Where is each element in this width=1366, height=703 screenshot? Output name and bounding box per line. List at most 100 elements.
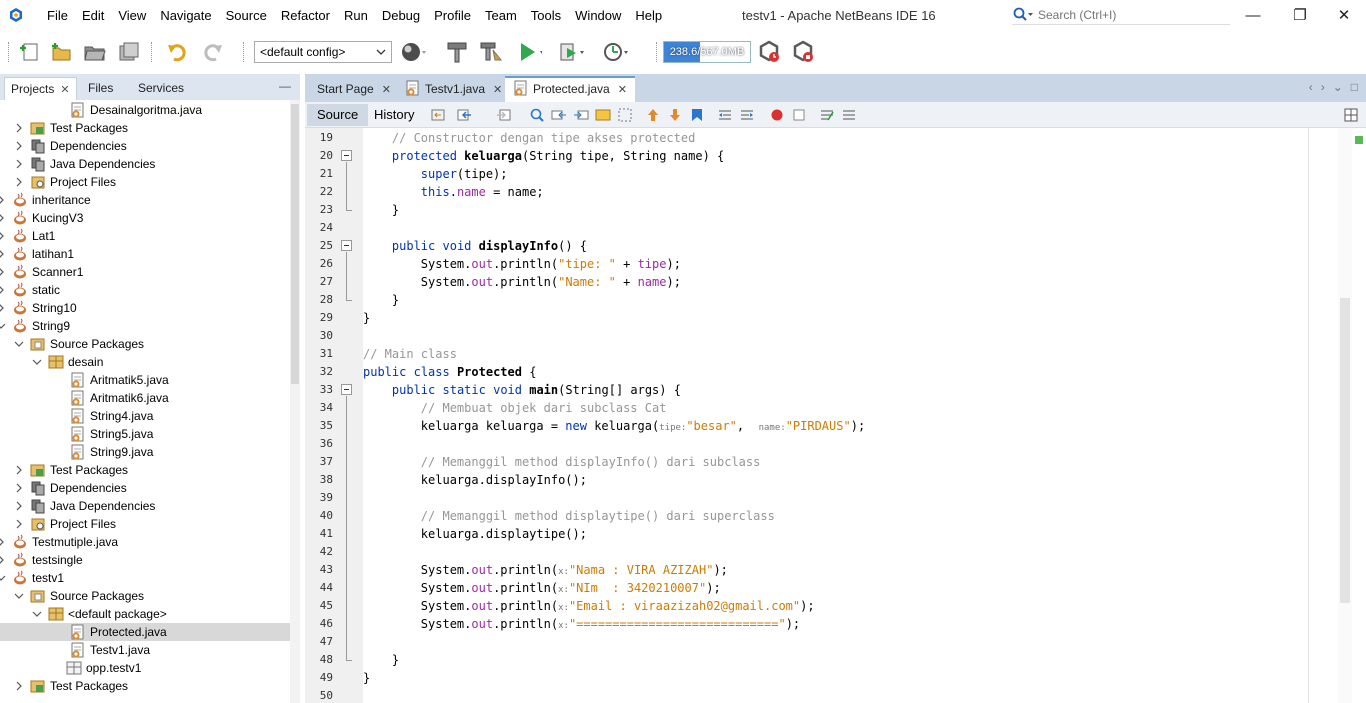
tree-node[interactable]: <default package>: [0, 605, 290, 623]
clean-build-icon[interactable]: [478, 40, 504, 64]
start-macro-icon[interactable]: [769, 107, 785, 123]
minimize-button[interactable]: —: [1238, 4, 1268, 26]
tree-node[interactable]: Lat1: [0, 227, 290, 245]
tree-node[interactable]: Desainalgoritma.java: [0, 101, 290, 119]
new-file-icon[interactable]: [16, 40, 42, 64]
expand-arrow-right-icon[interactable]: [0, 231, 6, 241]
expand-arrow-right-icon[interactable]: [14, 159, 24, 169]
menu-refactor[interactable]: Refactor: [274, 7, 337, 25]
stop-macro-icon[interactable]: [791, 107, 807, 123]
tree-node[interactable]: testsingle: [0, 551, 290, 569]
toggle-highlight-icon[interactable]: [595, 107, 611, 123]
expand-arrow-right-icon[interactable]: [0, 285, 6, 295]
last-edit-icon[interactable]: [431, 107, 447, 123]
history-view-tab[interactable]: History: [364, 104, 424, 126]
editor-tab[interactable]: Protected.java ✕: [505, 76, 635, 102]
menu-edit[interactable]: Edit: [75, 7, 111, 25]
fold-toggle-icon[interactable]: [341, 150, 352, 161]
expand-arrow-right-icon[interactable]: [0, 249, 6, 259]
tree-node[interactable]: Test Packages: [0, 677, 290, 695]
menu-profile[interactable]: Profile: [427, 7, 478, 25]
tree-node[interactable]: KucingV3: [0, 209, 290, 227]
menu-tools[interactable]: Tools: [524, 7, 568, 25]
shift-left-icon[interactable]: [717, 107, 733, 123]
tree-node[interactable]: String10: [0, 299, 290, 317]
source-view-tab[interactable]: Source: [307, 104, 369, 126]
maximize-button[interactable]: ❐: [1285, 4, 1315, 26]
minimize-panel-button[interactable]: —: [279, 79, 291, 93]
fold-toggle-icon[interactable]: [341, 240, 352, 251]
tree-node[interactable]: testv1: [0, 569, 290, 587]
browser-globe-icon[interactable]: [400, 40, 426, 64]
code-editor[interactable]: // Constructor dengan tipe akses protect…: [363, 128, 1353, 703]
split-editor-icon[interactable]: [1343, 107, 1359, 123]
tree-node[interactable]: static: [0, 281, 290, 299]
tree-node[interactable]: String5.java: [0, 425, 290, 443]
tree-node[interactable]: Aritmatik6.java: [0, 389, 290, 407]
tree-scrollbar[interactable]: [290, 100, 300, 703]
previous-bookmark-icon[interactable]: [645, 107, 661, 123]
menu-navigate[interactable]: Navigate: [153, 7, 218, 25]
tree-node[interactable]: Java Dependencies: [0, 155, 290, 173]
menu-view[interactable]: View: [111, 7, 153, 25]
new-project-icon[interactable]: [48, 40, 74, 64]
menu-window[interactable]: Window: [568, 7, 628, 25]
tree-node[interactable]: Aritmatik5.java: [0, 371, 290, 389]
menu-debug[interactable]: Debug: [375, 7, 427, 25]
tree-node[interactable]: Java Dependencies: [0, 497, 290, 515]
expand-arrow-right-icon[interactable]: [0, 267, 6, 277]
find-icon[interactable]: [529, 107, 545, 123]
comment-icon[interactable]: [819, 107, 835, 123]
scroll-tabs-left-icon[interactable]: ‹: [1309, 80, 1313, 94]
back-icon[interactable]: [457, 107, 473, 123]
search-box[interactable]: [1012, 5, 1230, 25]
tab-projects[interactable]: Projects ✕: [4, 77, 77, 100]
find-next-icon[interactable]: [573, 107, 589, 123]
memory-usage-bar[interactable]: 238.6/567.0MB: [663, 41, 751, 63]
tree-node[interactable]: Dependencies: [0, 137, 290, 155]
open-project-icon[interactable]: [82, 40, 108, 64]
tree-node[interactable]: Source Packages: [0, 335, 290, 353]
expand-arrow-right-icon[interactable]: [0, 555, 6, 565]
tree-node[interactable]: inheritance: [0, 191, 290, 209]
tree-node[interactable]: Project Files: [0, 515, 290, 533]
tree-node[interactable]: String9: [0, 317, 290, 335]
shift-right-icon[interactable]: [739, 107, 755, 123]
expand-arrow-right-icon[interactable]: [14, 177, 24, 187]
expand-arrow-right-icon[interactable]: [14, 123, 24, 133]
expand-arrow-right-icon[interactable]: [0, 303, 6, 313]
expand-arrow-right-icon[interactable]: [14, 519, 24, 529]
tree-node[interactable]: Scanner1: [0, 263, 290, 281]
editor-scrollbar[interactable]: [1338, 128, 1352, 703]
tree-node[interactable]: Dependencies: [0, 479, 290, 497]
expand-arrow-down-icon[interactable]: [0, 321, 6, 331]
tree-node[interactable]: Test Packages: [0, 461, 290, 479]
tree-node[interactable]: Project Files: [0, 173, 290, 191]
redo-icon[interactable]: [199, 40, 225, 64]
tree-node[interactable]: String4.java: [0, 407, 290, 425]
expand-arrow-down-icon[interactable]: [14, 591, 24, 601]
gc-pause-icon[interactable]: [791, 40, 817, 64]
tree-node[interactable]: desain: [0, 353, 290, 371]
close-tab-icon[interactable]: ✕: [382, 84, 391, 96]
profile-icon[interactable]: [602, 40, 628, 64]
toggle-bookmark-icon[interactable]: [689, 107, 705, 123]
undo-icon[interactable]: [165, 40, 191, 64]
fold-toggle-icon[interactable]: [341, 384, 352, 395]
run-icon[interactable]: [516, 40, 542, 64]
expand-arrow-right-icon[interactable]: [14, 465, 24, 475]
expand-arrow-right-icon[interactable]: [14, 141, 24, 151]
close-tab-icon[interactable]: ✕: [493, 84, 502, 96]
find-previous-icon[interactable]: [551, 107, 567, 123]
no-errors-indicator[interactable]: [1355, 136, 1363, 144]
scroll-tabs-right-icon[interactable]: ›: [1321, 80, 1325, 94]
expand-arrow-right-icon[interactable]: [0, 195, 6, 205]
tree-node[interactable]: opp.testv1: [0, 659, 290, 677]
tab-services[interactable]: Services: [132, 77, 190, 100]
close-window-button[interactable]: ✕: [1329, 4, 1359, 26]
menu-team[interactable]: Team: [478, 7, 524, 25]
expand-arrow-down-icon[interactable]: [14, 339, 24, 349]
tree-node[interactable]: Test Packages: [0, 119, 290, 137]
forward-icon[interactable]: [495, 107, 511, 123]
config-dropdown[interactable]: <default config>: [254, 41, 392, 63]
